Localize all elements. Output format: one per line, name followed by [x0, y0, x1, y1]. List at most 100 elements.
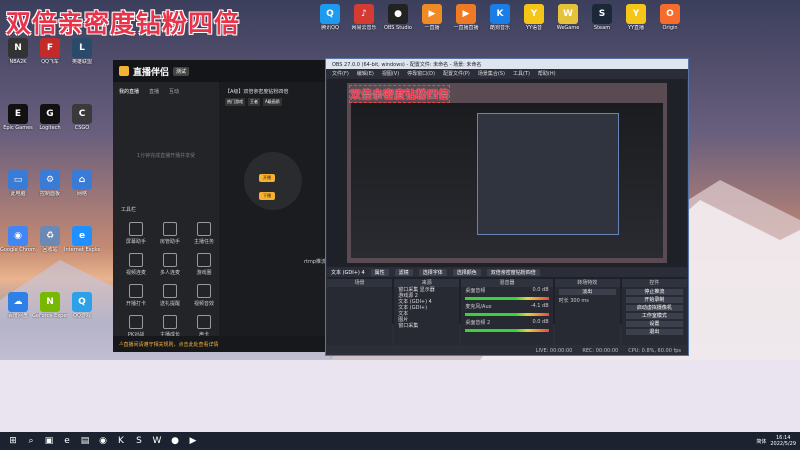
- control-button[interactable]: 退出: [625, 329, 684, 335]
- desktop-icon-top[interactable]: S Steam: [584, 4, 620, 31]
- desktop-icon-left[interactable]: G Logitech: [32, 104, 68, 131]
- tool-button[interactable]: 多人连麦: [155, 253, 185, 276]
- obs-menu-item[interactable]: 帮助(H): [538, 70, 556, 77]
- kugou-icon[interactable]: K: [114, 434, 128, 448]
- tool-button[interactable]: PK对战: [121, 315, 151, 338]
- geforce-icon: N: [40, 292, 60, 312]
- explorer-icon[interactable]: ▤: [78, 434, 92, 448]
- edge-icon[interactable]: e: [60, 434, 74, 448]
- tool-button[interactable]: 声卡: [189, 315, 219, 338]
- subtab-hot[interactable]: 热门游戏: [225, 98, 245, 106]
- tool-button[interactable]: 房管助手: [155, 222, 185, 245]
- transition-select[interactable]: 淡出: [558, 289, 616, 295]
- tool-label: 屏幕助手: [125, 239, 146, 245]
- desktop-icon-top[interactable]: Y YY直播: [618, 4, 654, 31]
- control-button[interactable]: 工作室模式: [625, 313, 684, 319]
- control-button[interactable]: 开始录制: [625, 297, 684, 303]
- desktop-icon-left[interactable]: C CSGO: [64, 104, 100, 131]
- select-color-button[interactable]: 选择颜色: [452, 268, 481, 276]
- yizhibo-icon[interactable]: ▶: [186, 434, 200, 448]
- live-header: 直播伴侣 测试: [113, 60, 328, 82]
- desktop-icon-left[interactable]: NGeForce Experience: [32, 292, 68, 319]
- obs-menu-item[interactable]: 工具(T): [513, 70, 530, 77]
- desktop-icon-left[interactable]: ♻ 回收站: [32, 226, 68, 253]
- desktop-icon-left[interactable]: E Epic Games: [0, 104, 36, 131]
- ie-icon: e: [72, 226, 92, 246]
- live-empty-hint: 1分钟完成直播开播并享受: [136, 153, 196, 159]
- tool-icon: [129, 315, 143, 329]
- wegame-icon[interactable]: W: [150, 434, 164, 448]
- mixer-dock: 混音器 桌面音频 0.0 dB 麦克风/Aux -4.1 dB 桌面音频 2 0.0 dB: [461, 279, 553, 345]
- desktop-icon-left[interactable]: ☁ 百度网盘: [0, 292, 36, 319]
- control-button[interactable]: 启动虚拟摄像机: [625, 305, 684, 311]
- obs-menu-item[interactable]: 停靠窗口(D): [407, 70, 435, 77]
- desktop-icon-left[interactable]: ▭ 此电脑: [0, 170, 36, 197]
- select-font-button[interactable]: 选择字体: [418, 268, 447, 276]
- properties-button[interactable]: 属性: [370, 268, 389, 276]
- volume-meter[interactable]: [465, 313, 549, 316]
- tool-button[interactable]: 主播任务: [189, 222, 219, 245]
- steam-icon[interactable]: S: [132, 434, 146, 448]
- clock[interactable]: 16:14 2022/5/29: [770, 435, 796, 447]
- language-indicator[interactable]: 简体: [756, 438, 766, 445]
- desktop-icon-left[interactable]: N NBA2K: [0, 38, 36, 65]
- preview-nested-obs: [477, 113, 619, 235]
- desktop-icon-left[interactable]: ⚙ 控制面板: [32, 170, 68, 197]
- mixer-track-name: 桌面音频 2: [465, 320, 491, 326]
- source-item[interactable]: 窗口采集: [394, 323, 459, 329]
- obs-menu-item[interactable]: 配置文件(P): [443, 70, 470, 77]
- tool-button[interactable]: 主播成长: [155, 315, 185, 338]
- live-footer-notice[interactable]: ⚠ 直播间请遵守相关规则，点击此处查看详情: [113, 336, 328, 352]
- tool-button[interactable]: 送礼提醒: [155, 284, 185, 307]
- live-tab-interact[interactable]: 互动: [169, 88, 179, 95]
- desktop-icon-left[interactable]: L 英雄联盟: [64, 38, 100, 65]
- control-button[interactable]: 设置: [625, 321, 684, 327]
- desktop-icon-top[interactable]: O Origin: [652, 4, 688, 31]
- desktop-icon-top[interactable]: Y YY语音: [516, 4, 552, 31]
- start-live-button[interactable]: 开播: [259, 174, 275, 182]
- obs-menu-item[interactable]: 编辑(E): [357, 70, 374, 77]
- live-badge[interactable]: 测试: [173, 66, 190, 76]
- desktop-icon-top[interactable]: W WeGame: [550, 4, 586, 31]
- live-tab-live[interactable]: 直播: [149, 88, 159, 95]
- obs-preview-canvas[interactable]: 双倍亲密度钻粉四倍: [347, 83, 667, 263]
- desktop-icon-top[interactable]: K 酷狗音乐: [482, 4, 518, 31]
- desktop-icon-top[interactable]: ▶ 一直播直播: [448, 4, 484, 31]
- stop-live-button[interactable]: 下播: [259, 192, 275, 200]
- subtab-wangzhe[interactable]: 王者: [248, 98, 260, 106]
- volume-meter[interactable]: [465, 329, 549, 332]
- tool-button[interactable]: 屏幕助手: [121, 222, 151, 245]
- desktop-icon-left[interactable]: F QQ飞车: [32, 38, 68, 65]
- tool-button[interactable]: 游戏圈: [189, 253, 219, 276]
- tool-button[interactable]: 开播打卡: [121, 284, 151, 307]
- desktop-icon-top[interactable]: ♪ 网易云音乐: [346, 4, 382, 31]
- live-tab-mine[interactable]: 我的直播: [119, 88, 139, 95]
- windows-start-icon[interactable]: ⊞: [6, 434, 20, 448]
- control-button[interactable]: 停止推流: [625, 289, 684, 295]
- desktop-icon-top[interactable]: ● OBS Studio: [380, 4, 416, 31]
- subtab-quality[interactable]: A级画质: [263, 98, 282, 106]
- obs-menu-item[interactable]: 视图(V): [382, 70, 399, 77]
- chrome-icon[interactable]: ◉: [96, 434, 110, 448]
- task-view-icon[interactable]: ▣: [42, 434, 56, 448]
- obs-menu-item[interactable]: 文件(F): [332, 70, 349, 77]
- desktop-icon-left[interactable]: ◉ Google Chrome: [0, 226, 36, 253]
- controls-list: 停止推流开始录制启动虚拟摄像机 工作室模式设置退出: [622, 289, 687, 335]
- filters-button[interactable]: 滤镜: [394, 268, 413, 276]
- desktop-icon-label: Steam: [593, 25, 611, 31]
- transition-duration[interactable]: 时长 300 ms: [555, 297, 620, 304]
- desktop-icon-left[interactable]: eInternet Explorer: [64, 226, 100, 253]
- tool-button[interactable]: 视频连麦: [121, 253, 151, 276]
- desktop-icon-left[interactable]: Q QQ游戏: [64, 292, 100, 319]
- desktop-icon-top[interactable]: ▶ 一直播: [414, 4, 450, 31]
- obs-icon: ●: [388, 4, 408, 24]
- volume-meter[interactable]: [465, 297, 549, 300]
- tool-button[interactable]: 视频音效: [189, 284, 219, 307]
- desktop-icon-top[interactable]: Q 腾讯QQ: [312, 4, 348, 31]
- search-icon[interactable]: ⌕: [24, 434, 38, 448]
- obs-menu-item[interactable]: 场景集合(S): [478, 70, 505, 77]
- desktop-icon-left[interactable]: ⌂ 网络: [64, 170, 100, 197]
- obs-icon[interactable]: ●: [168, 434, 182, 448]
- tool-icon: [197, 284, 211, 298]
- source-text-field[interactable]: 双倍亲密度钻粉四倍: [486, 268, 540, 276]
